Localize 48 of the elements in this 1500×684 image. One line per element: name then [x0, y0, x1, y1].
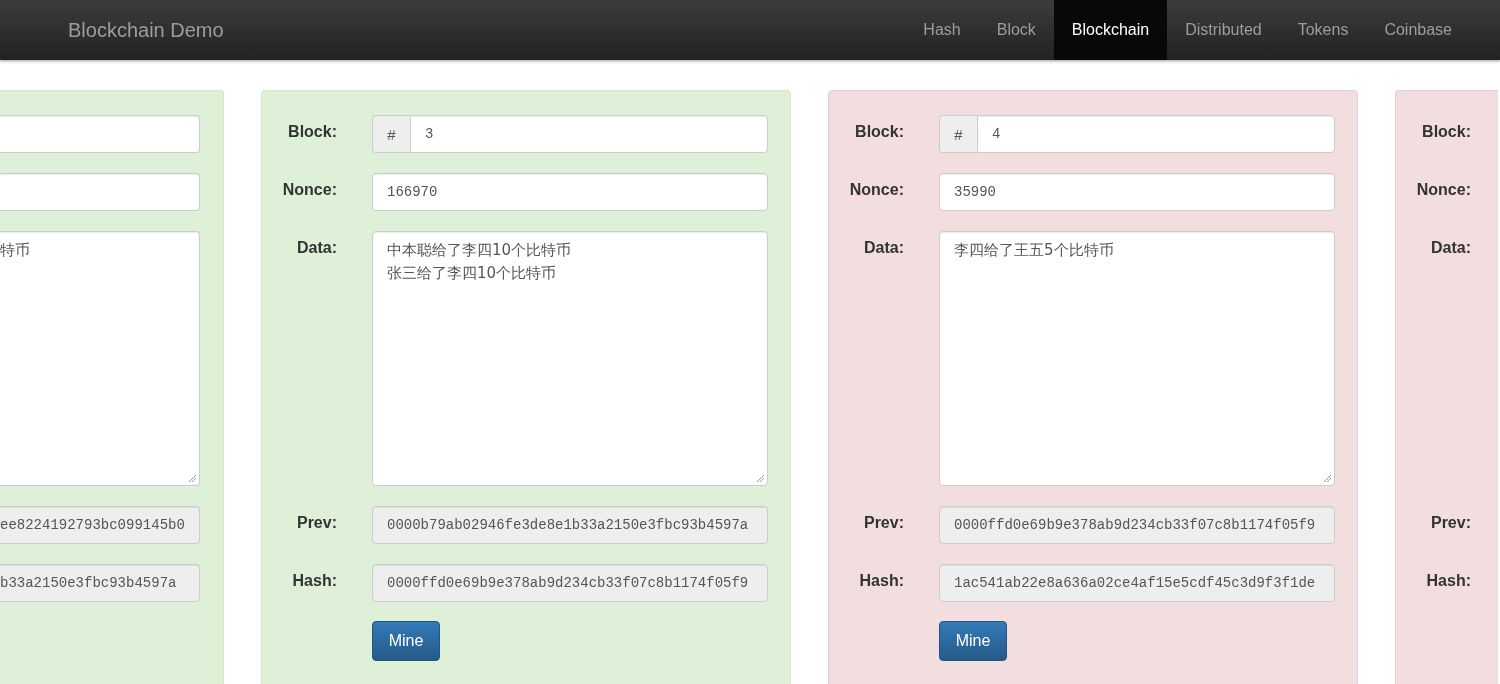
hash-field[interactable]: 0000ffd0e69b9e378ab9d234cb33f07c8b1174f05f9: [372, 564, 768, 602]
nonce-label: Nonce:: [849, 180, 904, 199]
nonce-label: Nonce:: [282, 180, 337, 199]
block-label: Block:: [1422, 122, 1471, 142]
data-label: Data:: [1431, 238, 1471, 258]
nonce-field[interactable]: 166970: [372, 173, 768, 211]
data-textarea[interactable]: 特币: [0, 231, 200, 486]
prev-label: Prev:: [1430, 513, 1471, 533]
nav-link[interactable]: Blockchain: [1053, 0, 1168, 60]
prev-label: Prev:: [296, 513, 337, 532]
block-label: Block:: [288, 122, 337, 141]
brand-title[interactable]: Blockchain Demo: [68, 18, 224, 42]
prev-hash-field[interactable]: ee8224192793bc099145b0: [0, 506, 200, 544]
block-number-field[interactable]: 4: [977, 115, 1335, 153]
prev-hash-field[interactable]: 0000ffd0e69b9e378ab9d234cb33f07c8b1174f05f9: [939, 506, 1335, 544]
nonce-field[interactable]: [0, 173, 200, 211]
resize-handle-icon[interactable]: [756, 474, 765, 483]
hash-label: Hash:: [1426, 571, 1471, 591]
hash-label: Hash:: [292, 571, 337, 590]
block-number-field[interactable]: 3: [410, 115, 768, 153]
block-label: Block:: [855, 122, 904, 141]
data-line: 特币: [0, 240, 30, 261]
data-textarea[interactable]: 中本聪给了李四10个比特币 张三给了李四10个比特币: [372, 231, 768, 486]
nav-link[interactable]: Coinbase: [1366, 0, 1470, 60]
nav-link[interactable]: Block: [978, 0, 1054, 60]
nav-link[interactable]: Distributed: [1167, 0, 1280, 60]
prev-label: Prev:: [863, 513, 904, 532]
data-line: 李四给了王五5个比特币: [954, 240, 1114, 261]
nav-link[interactable]: Hash: [905, 0, 979, 60]
block-number-field[interactable]: [0, 115, 200, 153]
data-label: Data:: [297, 238, 337, 257]
hash-field[interactable]: 1ac541ab22e8a636a02ce4af15e5cdf45c3d9f3f1de: [939, 564, 1335, 602]
hash-sign-addon: #: [372, 115, 410, 153]
data-label: Data:: [864, 238, 904, 257]
data-line: 中本聪给了李四10个比特币: [387, 240, 572, 261]
nav-link[interactable]: Tokens: [1279, 0, 1367, 60]
mine-button[interactable]: Mine: [939, 621, 1007, 661]
data-textarea[interactable]: 李四给了王五5个比特币: [939, 231, 1335, 486]
data-line: 张三给了李四10个比特币: [387, 263, 557, 284]
nonce-label: Nonce:: [1416, 180, 1471, 200]
resize-handle-icon[interactable]: [1323, 474, 1332, 483]
resize-handle-icon[interactable]: [188, 474, 197, 483]
prev-hash-field[interactable]: 0000b79ab02946fe3de8e1b33a2150e3fbc93b4597a: [372, 506, 768, 544]
nonce-field[interactable]: 35990: [939, 173, 1335, 211]
hash-label: Hash:: [859, 571, 904, 590]
hash-field[interactable]: b33a2150e3fbc93b4597a: [0, 564, 200, 602]
mine-button[interactable]: Mine: [372, 621, 440, 661]
hash-sign-addon: #: [939, 115, 977, 153]
